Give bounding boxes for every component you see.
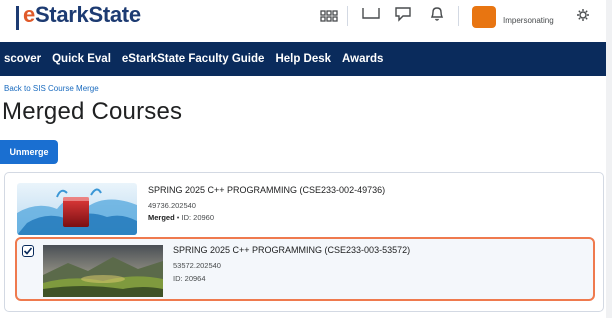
course-row-selected[interactable]: SPRING 2025 C++ PROGRAMMING (CSE233-003-… bbox=[15, 237, 595, 301]
course-row[interactable]: SPRING 2025 C++ PROGRAMMING (CSE233-002-… bbox=[5, 177, 603, 235]
page-title: Merged Courses bbox=[2, 98, 183, 125]
course-code: 53572.202540 bbox=[173, 261, 221, 270]
main-navbar: scover Quick Eval eStarkState Faculty Gu… bbox=[0, 42, 606, 76]
user-avatar[interactable] bbox=[472, 6, 496, 28]
window-edge bbox=[606, 0, 612, 318]
course-code: 49736.202540 bbox=[148, 201, 196, 210]
nav-item-help-desk[interactable]: Help Desk bbox=[275, 53, 331, 65]
logo-text-accent: e bbox=[23, 2, 35, 27]
nav-item-quick-eval[interactable]: Quick Eval bbox=[52, 53, 111, 65]
chat-icon[interactable] bbox=[394, 6, 412, 22]
header-divider bbox=[347, 6, 348, 26]
bell-icon[interactable] bbox=[428, 6, 446, 22]
header-divider bbox=[458, 6, 459, 26]
nav-item-awards[interactable]: Awards bbox=[342, 53, 383, 65]
back-to-sis-course-merge-link[interactable]: Back to SIS Course Merge bbox=[4, 84, 99, 93]
message-icon[interactable] bbox=[362, 6, 380, 22]
apps-grid-icon[interactable] bbox=[320, 6, 338, 22]
course-meta: Merged • ID: 20960 bbox=[148, 213, 214, 222]
course-title[interactable]: SPRING 2025 C++ PROGRAMMING (CSE233-003-… bbox=[173, 245, 410, 255]
logo-text-rest: StarkState bbox=[34, 2, 141, 27]
course-id: ID: 20964 bbox=[173, 274, 206, 283]
course-title[interactable]: SPRING 2025 C++ PROGRAMMING (CSE233-002-… bbox=[148, 185, 385, 195]
course-image-mountain-landscape bbox=[43, 245, 163, 297]
settings-gear-icon[interactable] bbox=[574, 6, 592, 22]
merged-status: Merged bbox=[148, 213, 175, 222]
top-header: eStarkState Impersonating bbox=[0, 0, 612, 42]
unmerge-button[interactable]: Unmerge bbox=[0, 140, 58, 164]
nav-item-faculty-guide[interactable]: eStarkState Faculty Guide bbox=[122, 53, 265, 65]
merged-courses-list: SPRING 2025 C++ PROGRAMMING (CSE233-002-… bbox=[4, 172, 604, 312]
logo-text: eStarkState bbox=[23, 0, 141, 30]
impersonating-label: Impersonating bbox=[503, 16, 554, 25]
course-id: ID: 20960 bbox=[181, 213, 215, 222]
course-select-checkbox[interactable] bbox=[22, 245, 34, 257]
checkmark-icon bbox=[23, 247, 33, 255]
estarkstate-logo[interactable]: eStarkState bbox=[16, 0, 141, 30]
course-image-water-glass bbox=[17, 183, 137, 235]
logo-bar bbox=[16, 6, 19, 30]
nav-item-discover[interactable]: scover bbox=[4, 53, 41, 65]
